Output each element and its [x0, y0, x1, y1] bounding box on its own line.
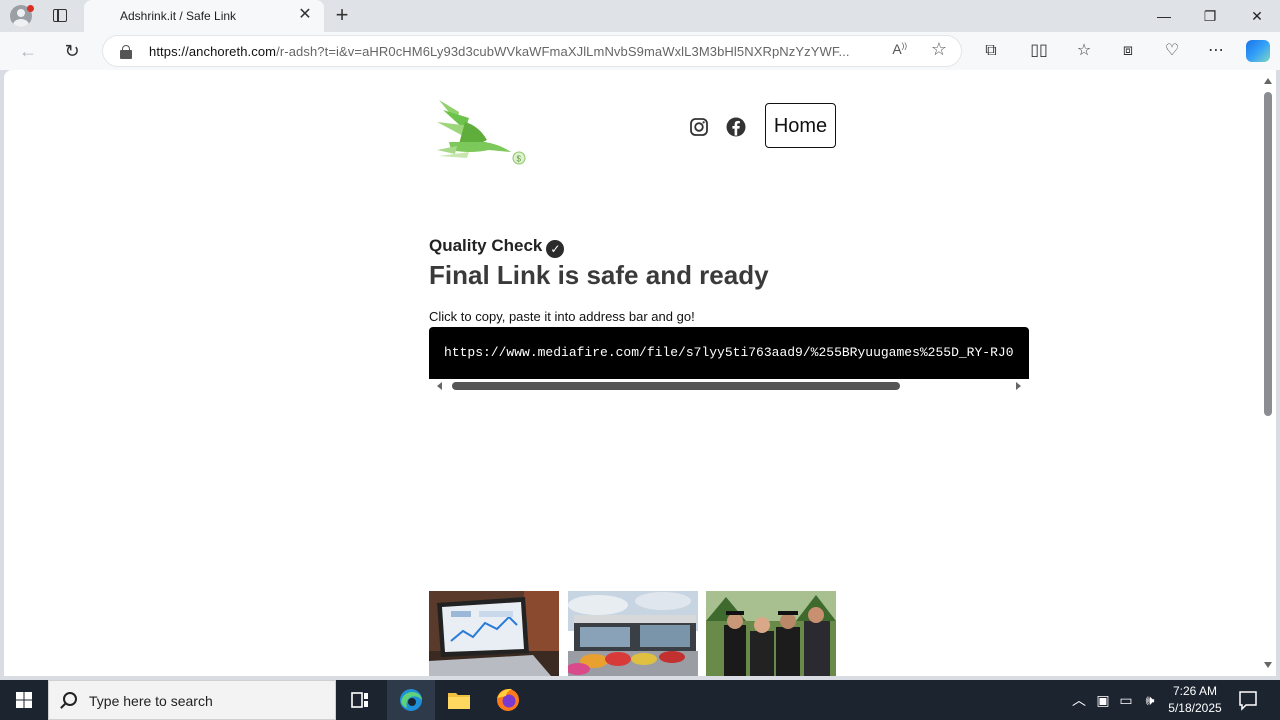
taskbar-clock[interactable]: 7:26 AM 5/18/2025	[1160, 683, 1230, 717]
instagram-icon[interactable]	[688, 116, 710, 138]
more-menu-icon[interactable]: ⋯	[1204, 39, 1228, 63]
collections-icon[interactable]: ⧈	[1116, 39, 1140, 63]
copilot-icon[interactable]	[1246, 40, 1270, 62]
laptop-dashboard-image[interactable]	[429, 591, 559, 676]
scroll-thumb[interactable]	[452, 382, 900, 390]
address-bar[interactable]: https://anchoreth.com/r-adsh?t=i&v=aHR0c…	[102, 35, 962, 67]
tray-chevron-icon[interactable]: ︿	[1070, 691, 1088, 709]
scroll-right-icon[interactable]	[1016, 382, 1021, 390]
tab-active[interactable]: Adshrink.it / Safe Link ✕	[84, 0, 324, 32]
split-screen-icon[interactable]: ▯▯	[1027, 39, 1051, 63]
copy-instruction: Click to copy, paste it into address bar…	[429, 309, 695, 324]
windows-start-icon[interactable]	[0, 680, 48, 720]
task-view-icon[interactable]	[336, 680, 384, 720]
quality-check-heading: Quality Check ✓	[429, 236, 565, 258]
clock-date: 5/18/2025	[1168, 701, 1222, 715]
browser-essentials-icon[interactable]: ♡	[1160, 39, 1184, 63]
firefox-icon[interactable]	[484, 680, 532, 720]
tray-device-icon[interactable]: ▣	[1094, 691, 1112, 709]
lock-icon[interactable]	[120, 45, 132, 59]
tab-title: Adshrink.it / Safe Link	[120, 9, 237, 23]
scroll-up-icon[interactable]	[1264, 78, 1272, 84]
browser-toolbar: ← ↻ https://anchoreth.com/r-adsh?t=i&v=a…	[0, 32, 1280, 70]
url-text: https://anchoreth.com/r-adsh?t=i&v=aHR0c…	[149, 44, 850, 59]
back-icon[interactable]: ←	[16, 39, 40, 63]
tab-bar: Adshrink.it / Safe Link ✕ + — ❐ ✕	[0, 0, 1280, 32]
page-title: Final Link is safe and ready	[429, 260, 769, 290]
page-viewport: $ Home Quality Check ✓ Final Link is safe…	[4, 70, 1260, 676]
scroll-down-icon[interactable]	[1264, 662, 1272, 668]
minimize-icon[interactable]: —	[1141, 0, 1187, 32]
final-link-text[interactable]: https://www.mediafire.com/file/s7lyy5ti7…	[444, 345, 1014, 360]
read-aloud-icon[interactable]: A))	[892, 41, 907, 57]
final-link-box[interactable]: https://www.mediafire.com/file/s7lyy5ti7…	[429, 327, 1029, 379]
restore-icon[interactable]: ❐	[1187, 0, 1233, 32]
svg-text:$: $	[517, 155, 522, 164]
favorites-icon[interactable]: ☆	[1072, 39, 1096, 63]
refresh-icon[interactable]: ↻	[60, 39, 84, 63]
search-icon	[63, 692, 77, 706]
graduates-image[interactable]	[706, 591, 836, 676]
search-placeholder: Type here to search	[89, 693, 213, 709]
tab-actions-icon[interactable]	[50, 7, 70, 25]
car-dealership-image[interactable]	[568, 591, 698, 676]
site-logo-icon[interactable]: $	[429, 92, 529, 172]
volume-icon[interactable]: 🕪	[1141, 691, 1159, 709]
tab-close-icon[interactable]: ✕	[296, 6, 314, 24]
verified-check-icon: ✓	[546, 240, 565, 258]
file-explorer-icon[interactable]	[435, 680, 483, 720]
notification-dot	[27, 5, 34, 12]
favorite-star-icon[interactable]: ☆	[931, 39, 947, 60]
clock-time: 7:26 AM	[1172, 684, 1218, 698]
notifications-icon[interactable]	[1232, 680, 1280, 720]
windows-taskbar: Type here to search ︿ ▣ ▭ 🕪 7:26 AM 5/18…	[0, 680, 1280, 720]
home-button[interactable]: Home	[765, 103, 836, 148]
facebook-icon[interactable]	[725, 116, 747, 138]
scroll-left-icon[interactable]	[437, 382, 442, 390]
close-window-icon[interactable]: ✕	[1234, 0, 1280, 32]
network-icon[interactable]: ▭	[1117, 691, 1135, 709]
link-horizontal-scrollbar[interactable]	[429, 379, 1029, 393]
page-vertical-scrollbar[interactable]	[1260, 70, 1276, 676]
taskbar-search-input[interactable]: Type here to search	[48, 680, 336, 720]
edge-app-icon[interactable]	[387, 680, 435, 720]
extensions-icon[interactable]: ⧉	[979, 39, 1003, 63]
new-tab-icon[interactable]: +	[330, 4, 354, 28]
page-scroll-thumb[interactable]	[1264, 92, 1272, 416]
